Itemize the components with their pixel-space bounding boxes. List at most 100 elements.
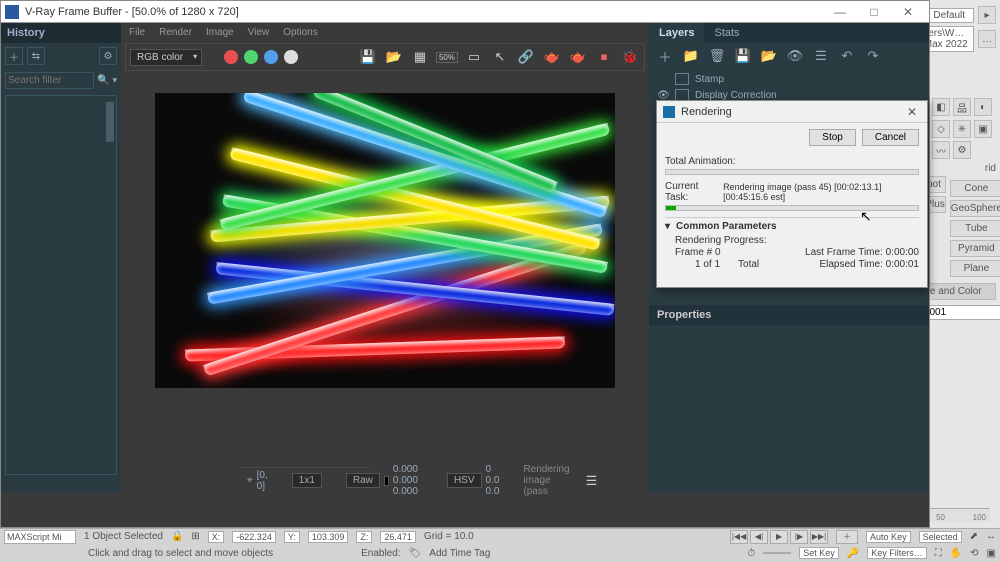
modify-tab-icon[interactable]: ◧ xyxy=(932,98,950,116)
pan-icon[interactable]: ✋ xyxy=(950,548,962,559)
render-last-icon[interactable]: 🫖 xyxy=(568,47,588,67)
resolution-badge[interactable]: 50% xyxy=(436,52,458,63)
vfb-titlebar[interactable]: V-Ray Frame Buffer - [50.0% of 1280 x 72… xyxy=(1,1,929,23)
maxscript-listener[interactable]: MAXScript Mi xyxy=(4,530,76,544)
render-icon[interactable]: 🫖 xyxy=(542,47,562,67)
add-layer-icon[interactable]: ＋ xyxy=(655,47,675,65)
add-icon[interactable]: ＋ xyxy=(836,530,858,544)
history-scrollbar-thumb[interactable] xyxy=(106,102,114,142)
maximize-button[interactable]: □ xyxy=(857,2,891,22)
folder-icon[interactable]: 📁 xyxy=(681,47,701,65)
load-preset-icon[interactable]: 📂 xyxy=(759,47,779,65)
key-icon[interactable]: 🔑 xyxy=(847,548,859,559)
time-tag-icon[interactable]: 🏷 xyxy=(409,548,422,559)
dialog-titlebar[interactable]: Rendering ✕ xyxy=(657,101,927,123)
history-settings-icon[interactable]: ⚙ xyxy=(99,47,117,65)
key-filters-button[interactable]: Key Filters… xyxy=(867,547,927,559)
menu-options[interactable]: Options xyxy=(283,27,317,38)
save-preset-icon[interactable]: 💾 xyxy=(733,47,753,65)
goto-start-icon[interactable]: |◀◀ xyxy=(730,530,748,544)
dialog-close-button[interactable]: ✕ xyxy=(903,105,921,119)
preset-more-icon[interactable]: ▸ xyxy=(978,6,996,24)
shapes-icon[interactable]: ◇ xyxy=(932,120,950,138)
redo-icon[interactable]: ↷ xyxy=(863,47,883,65)
prev-frame-icon[interactable]: ◀| xyxy=(750,530,768,544)
preset-dropdown[interactable]: Default xyxy=(928,8,974,23)
lights-icon[interactable]: ✳ xyxy=(953,120,971,138)
layer-visibility-icon[interactable]: 👁 xyxy=(657,90,669,101)
history-list[interactable] xyxy=(5,95,117,475)
save-icon[interactable]: 💾 xyxy=(358,47,378,67)
raw-label[interactable]: Raw xyxy=(346,473,380,488)
history-ab-icon[interactable]: ⇆ xyxy=(27,47,45,65)
history-search-input[interactable] xyxy=(5,72,94,89)
hierarchy-tab-icon[interactable]: 品 xyxy=(953,98,971,116)
setkey-button[interactable]: Set Key xyxy=(799,547,839,559)
section-chevron-icon[interactable]: ▾ xyxy=(665,221,670,232)
tab-layers[interactable]: Layers xyxy=(649,23,704,43)
cone-button[interactable]: Cone xyxy=(950,180,1000,197)
snap-icon[interactable]: ⊞ xyxy=(191,531,199,542)
close-button[interactable]: ✕ xyxy=(891,2,925,22)
minimize-button[interactable]: — xyxy=(823,2,857,22)
menu-file[interactable]: File xyxy=(129,27,145,38)
systems-icon[interactable]: ⚙ xyxy=(953,141,971,159)
hsv-label[interactable]: HSV xyxy=(447,473,482,488)
region-render-icon[interactable]: ▭ xyxy=(464,47,484,67)
mono-channel-toggle[interactable] xyxy=(284,50,298,64)
lock-icon[interactable]: 🔒 xyxy=(171,531,183,542)
spacewarps-icon[interactable]: 〰 xyxy=(932,141,950,159)
play-icon[interactable]: ▶ xyxy=(770,530,788,544)
x-value[interactable]: -622.324 xyxy=(232,531,276,543)
history-add-icon[interactable]: ＋ xyxy=(5,47,23,65)
blue-channel-toggle[interactable] xyxy=(264,50,278,64)
undo-icon[interactable]: ↶ xyxy=(837,47,857,65)
current-frame-input[interactable] xyxy=(763,552,791,554)
pyramid-button[interactable]: Pyramid xyxy=(950,240,1000,257)
menu-render[interactable]: Render xyxy=(159,27,192,38)
toggle-layers-icon[interactable]: 👁 xyxy=(785,47,805,65)
channel-dropdown[interactable]: RGB color xyxy=(130,49,202,66)
stop-button[interactable]: Stop xyxy=(809,129,856,146)
common-params-header[interactable]: Common Parameters xyxy=(676,221,777,232)
next-frame-icon[interactable]: |▶ xyxy=(790,530,808,544)
delete-layer-icon[interactable]: 🗑 xyxy=(707,47,727,65)
geosphere-button[interactable]: GeoSphere xyxy=(950,200,1000,217)
y-value[interactable]: 103.309 xyxy=(308,531,349,543)
tube-button[interactable]: Tube xyxy=(950,220,1000,237)
render-viewport[interactable] xyxy=(121,73,649,493)
debug-icon[interactable]: 🐞 xyxy=(620,47,640,67)
link-icon[interactable]: 🔗 xyxy=(516,47,536,67)
time-config-icon[interactable]: ⏱ xyxy=(747,548,755,559)
cameras-icon[interactable]: ▣ xyxy=(974,120,992,138)
cancel-button[interactable]: Cancel xyxy=(862,129,919,146)
green-channel-toggle[interactable] xyxy=(244,50,258,64)
layer-stamp[interactable]: Stamp xyxy=(653,71,925,87)
list-icon[interactable]: ☰ xyxy=(811,47,831,65)
stop-render-icon[interactable]: ⏹ xyxy=(594,47,614,67)
search-chevron-icon[interactable]: ▾ xyxy=(112,75,117,86)
pick-icon[interactable]: ↖ xyxy=(490,47,510,67)
plane-button[interactable]: Plane xyxy=(950,260,1000,277)
zoom-dropdown[interactable]: 1x1 xyxy=(292,473,322,488)
key-mode-dropdown[interactable]: Selected xyxy=(919,531,962,543)
red-channel-toggle[interactable] xyxy=(224,50,238,64)
log-icon[interactable]: ☰ xyxy=(586,471,598,491)
tab-stats[interactable]: Stats xyxy=(704,23,749,43)
maximize-viewport-icon[interactable]: ▣ xyxy=(987,548,996,559)
zoom-extents-icon[interactable]: ⛶ xyxy=(935,548,942,559)
path-browse-icon[interactable]: … xyxy=(978,30,996,48)
goto-end-icon[interactable]: ▶▶| xyxy=(810,530,828,544)
menu-view[interactable]: View xyxy=(248,27,270,38)
menu-image[interactable]: Image xyxy=(206,27,234,38)
autokey-button[interactable]: Auto Key xyxy=(866,531,911,543)
add-time-tag[interactable]: Add Time Tag xyxy=(429,548,490,559)
clear-icon[interactable]: ▦ xyxy=(410,47,430,67)
viewport-nav-icon-2[interactable]: ↔ xyxy=(986,531,996,542)
properties-header[interactable]: Properties xyxy=(649,305,929,325)
motion-tab-icon[interactable]: ◐ xyxy=(974,98,992,116)
orbit-icon[interactable]: ⟲ xyxy=(970,548,978,559)
search-icon[interactable]: 🔍 xyxy=(94,71,112,89)
viewport-nav-icon[interactable]: ⬈ xyxy=(970,531,978,542)
z-value[interactable]: 26.471 xyxy=(380,531,416,543)
